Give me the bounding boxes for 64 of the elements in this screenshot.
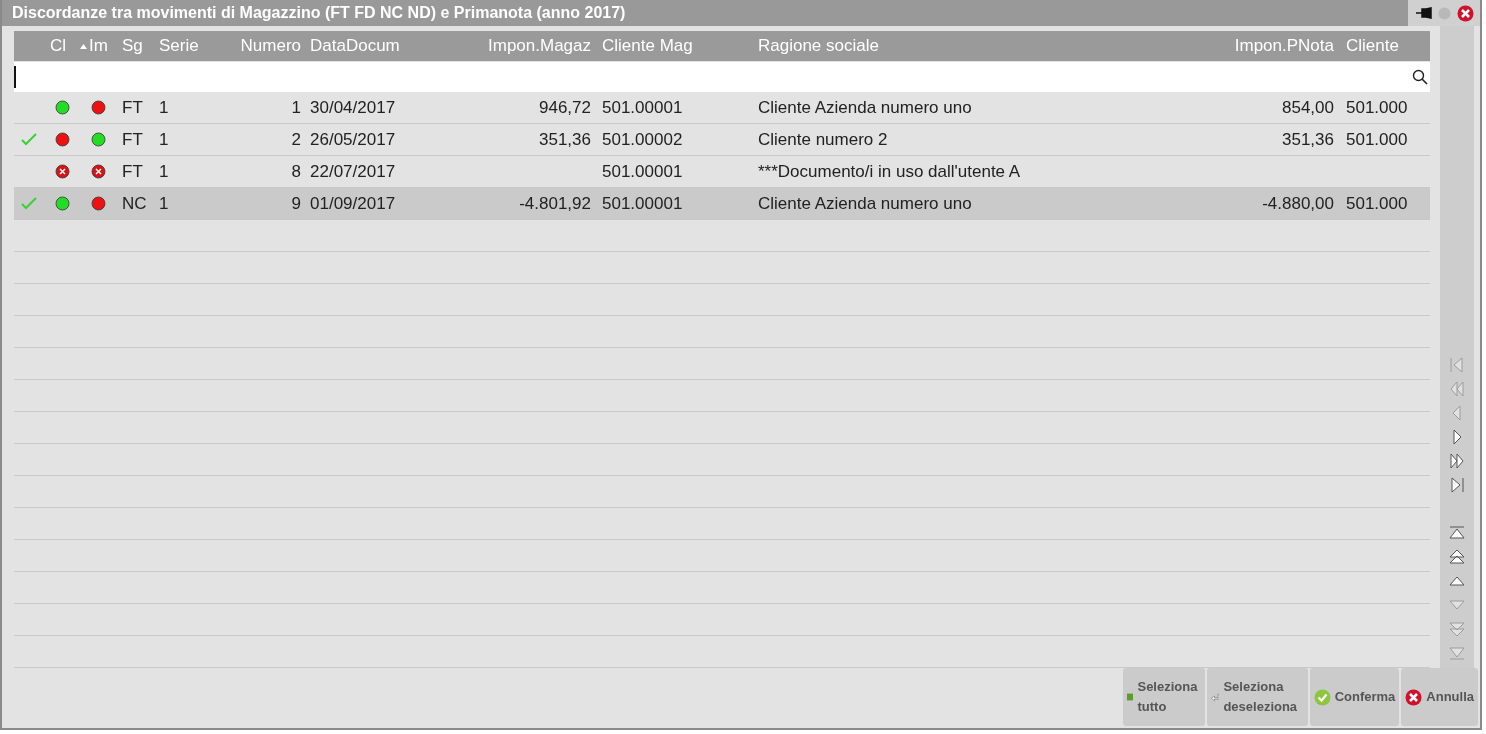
skip-start-icon[interactable]: [1448, 356, 1466, 374]
table-row[interactable]: FT 1 2 26/05/2017 351,36 501.00002 Cliente numero 2 351,36 501.000: [14, 124, 1430, 156]
table-cell: 1: [159, 193, 169, 214]
table-cell: 351,36: [1282, 129, 1334, 150]
skip-end-icon[interactable]: [1448, 476, 1466, 494]
table-cell: 2: [291, 129, 301, 150]
search-field[interactable]: [14, 62, 1430, 92]
table-cell: 854,00: [1282, 97, 1334, 118]
column-header[interactable]: Sg: [116, 36, 154, 56]
action-button[interactable]: Annulla: [1401, 668, 1478, 726]
table-cell: 1: [159, 161, 169, 182]
table-cell: -4.880,00: [1262, 193, 1334, 214]
column-header[interactable]: Ragione sociale: [753, 36, 1215, 56]
action-button[interactable]: Seleziona deseleziona: [1206, 668, 1308, 726]
table-cell: NC: [122, 193, 147, 214]
pin-icon[interactable]: [1416, 7, 1432, 19]
table-cell: Cliente numero 2: [758, 129, 888, 150]
table-cell: 501.000: [1346, 193, 1408, 214]
close-icon[interactable]: [1457, 4, 1474, 22]
table-cell: 01/09/2017: [310, 193, 396, 214]
table-cell: 501.00001: [602, 97, 683, 118]
table-cell: FT: [122, 129, 143, 150]
table-cell: FT: [122, 97, 143, 118]
column-header[interactable]: Im: [80, 36, 116, 56]
column-header[interactable]: Numero: [230, 36, 305, 56]
table-cell: FT: [122, 161, 143, 182]
table-cell: 30/04/2017: [310, 97, 396, 118]
table-cell: -4.801,92: [519, 193, 591, 214]
fast-forward-icon[interactable]: [1448, 452, 1466, 470]
table-cell: 26/05/2017: [310, 129, 396, 150]
column-header[interactable]: Impon.PNota: [1215, 36, 1338, 56]
table-cell: 501.000: [1346, 129, 1408, 150]
table-row[interactable]: FT 1 1 30/04/2017 946,72 501.00001 Cliente Azienda numero uno 854,00 501.000: [14, 92, 1430, 124]
table-row[interactable]: NC 1 9 01/09/2017 -4.801,92 501.00001 Cliente Azienda numero uno -4.880,00 501.000: [14, 188, 1430, 220]
table-cell: 1: [159, 97, 169, 118]
table-cell: 22/07/2017: [310, 161, 396, 182]
square-icon: [1126, 692, 1134, 702]
column-header[interactable]: Impon.Magaz: [455, 36, 595, 56]
table-cell: 8: [291, 161, 301, 182]
column-header[interactable]: DataDocum: [305, 36, 455, 56]
action-button[interactable]: Conferma: [1309, 668, 1400, 726]
search-icon[interactable]: [1412, 69, 1428, 85]
table-cell: 501.00001: [602, 193, 683, 214]
table-cell: 351,36: [539, 129, 591, 150]
table-cell: Cliente Azienda numero uno: [758, 193, 972, 214]
table-cell: Cliente Azienda numero uno: [758, 97, 972, 118]
column-header[interactable]: Cl: [44, 36, 80, 56]
page-up-icon[interactable]: [1448, 548, 1466, 566]
window-title: Discordanze tra movimenti di Magazzino (FT FD NC ND) e Primanota (anno 2017): [12, 4, 626, 22]
cancel-icon: [1405, 688, 1423, 706]
table-cell: 501.000: [1346, 97, 1408, 118]
table-cell: 1: [291, 97, 301, 118]
table-cell: 501.00001: [602, 161, 683, 182]
table-cell: 1: [159, 129, 169, 150]
action-button[interactable]: Seleziona tutto: [1122, 668, 1205, 726]
table-cell: 946,72: [539, 97, 591, 118]
table-cell: 501.00002: [602, 129, 683, 150]
top-icon[interactable]: [1448, 524, 1466, 542]
table-cell: 9: [291, 193, 301, 214]
column-header[interactable]: Cliente Mag: [595, 36, 753, 56]
check-icon: [1313, 688, 1331, 706]
table-cell: ***Documento/i in uso dall'utente A: [758, 161, 1021, 182]
column-header[interactable]: Serie: [154, 36, 230, 56]
column-header[interactable]: Cliente: [1338, 36, 1430, 56]
